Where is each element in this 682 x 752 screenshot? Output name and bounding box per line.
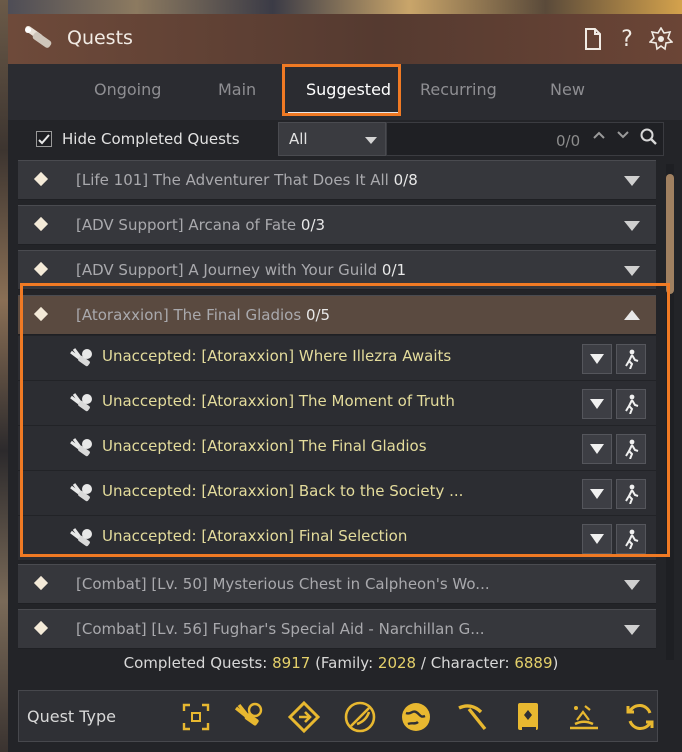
diamond-icon — [33, 620, 49, 636]
quest-title-text: [ADV Support] A Journey with Your Guild — [76, 261, 378, 279]
completed-label: Completed Quests: — [123, 654, 273, 672]
pickaxe-icon[interactable] — [455, 700, 489, 734]
quest-title: [ADV Support] Arcana of Fate 0/3 — [76, 216, 325, 234]
completed-quests-summary: Completed Quests: 8917 (Family: 2028 / C… — [0, 654, 682, 672]
focus-icon[interactable] — [179, 700, 213, 734]
quest-title-text: [Combat] [Lv. 56] Fughar's Special Aid -… — [76, 620, 485, 638]
game-background-top — [0, 0, 682, 14]
completed-total: 8917 — [272, 654, 311, 672]
quest-row[interactable]: [Combat] [Lv. 50] Mysterious Chest in Ca… — [18, 564, 656, 604]
help-icon[interactable]: ? — [614, 26, 640, 52]
highlight-suggested-tab — [282, 64, 401, 116]
fishing-icon[interactable] — [567, 700, 601, 734]
expand-icon[interactable] — [624, 625, 640, 635]
quest-row[interactable]: [Life 101] The Adventurer That Does It A… — [18, 160, 656, 200]
diamond-icon — [33, 171, 49, 187]
character-count: 6889 — [514, 654, 553, 672]
category-select-value: All — [289, 130, 308, 148]
quest-type-label: Quest Type — [27, 707, 117, 726]
expand-icon[interactable] — [624, 176, 640, 186]
combat-icon[interactable] — [343, 700, 377, 734]
globe-icon[interactable] — [399, 700, 433, 734]
scroll-icon[interactable] — [231, 700, 265, 734]
quest-title: [Combat] [Lv. 50] Mysterious Chest in Ca… — [76, 575, 490, 593]
filter-bar: Hide Completed Quests All 0/0 — [18, 122, 666, 160]
repeat-icon[interactable] — [623, 700, 657, 734]
search-icon[interactable] — [640, 128, 658, 150]
hide-completed-label: Hide Completed Quests — [62, 130, 240, 148]
quest-title: [Combat] [Lv. 56] Fughar's Special Aid -… — [76, 620, 485, 638]
scrollbar-thumb[interactable] — [666, 174, 674, 294]
quest-count: 0/8 — [393, 171, 418, 189]
quest-type-bar: Quest Type — [18, 690, 658, 742]
document-icon[interactable] — [580, 26, 606, 52]
title-bar[interactable]: Quests ? — [8, 14, 682, 64]
character-label: / Character: — [416, 654, 515, 672]
quest-count: 0/3 — [300, 216, 326, 234]
quest-row[interactable]: [ADV Support] Arcana of Fate 0/3 — [18, 205, 656, 245]
category-select[interactable]: All — [278, 122, 386, 156]
expand-icon[interactable] — [624, 580, 640, 590]
chevron-down-icon[interactable] — [616, 128, 630, 146]
tab-main[interactable]: Main — [218, 80, 256, 99]
tab-ongoing[interactable]: Ongoing — [94, 80, 161, 99]
family-count: 2028 — [377, 654, 417, 672]
highlight-expanded-quest — [20, 283, 670, 557]
window-title: Quests — [67, 27, 133, 49]
quest-title: [ADV Support] A Journey with Your Guild … — [76, 261, 406, 279]
chevron-up-icon[interactable] — [592, 128, 606, 146]
game-background-left — [0, 0, 8, 752]
tab-new[interactable]: New — [550, 80, 585, 99]
quest-row[interactable]: [Combat] [Lv. 56] Fughar's Special Aid -… — [18, 609, 656, 649]
settings-gear-icon[interactable] — [648, 26, 674, 52]
quest-count: 0/1 — [381, 261, 407, 279]
quest-title: [Life 101] The Adventurer That Does It A… — [76, 171, 418, 189]
tab-recurring[interactable]: Recurring — [420, 80, 497, 99]
diamond-icon — [33, 261, 49, 277]
quest-title-text: [Combat] [Lv. 50] Mysterious Chest in Ca… — [76, 575, 490, 593]
chevron-down-icon — [365, 137, 377, 144]
search-result-count: 0/0 — [556, 132, 581, 150]
quest-title-text: [Life 101] The Adventurer That Does It A… — [76, 171, 389, 189]
book-icon[interactable] — [511, 700, 545, 734]
summary-suffix: ) — [552, 654, 559, 672]
expand-icon[interactable] — [624, 221, 640, 231]
quest-scroll-icon — [25, 25, 52, 48]
family-label: (Family: — [310, 654, 378, 672]
hide-completed-checkbox[interactable] — [36, 131, 52, 147]
diamond-arrow-icon[interactable] — [287, 700, 321, 734]
expand-icon[interactable] — [624, 266, 640, 276]
quest-title-text: [ADV Support] Arcana of Fate — [76, 216, 297, 234]
diamond-icon — [33, 575, 49, 591]
diamond-icon — [33, 216, 49, 232]
